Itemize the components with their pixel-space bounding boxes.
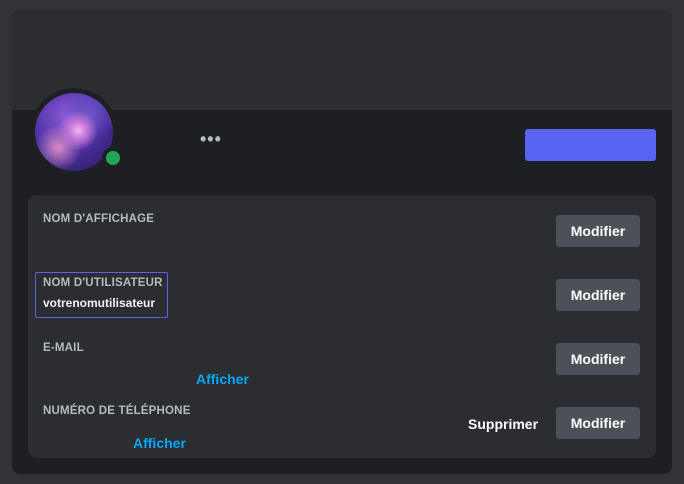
username-value: votrenomutilisateur [43,296,156,310]
reveal-phone-link[interactable]: Afficher [133,435,186,451]
display-name-label: NOM D'AFFICHAGE [43,213,155,225]
online-status-icon [102,147,124,169]
username-label: NOM D'UTILISATEUR [43,277,163,289]
avatar-container[interactable] [30,88,124,176]
account-info-panel: NOM D'AFFICHAGE Modifier NOM D'UTILISATE… [28,195,656,458]
reveal-email-link[interactable]: Afficher [196,371,249,387]
edit-phone-button[interactable]: Modifier [556,407,640,439]
phone-label: NUMÉRO DE TÉLÉPHONE [43,405,191,417]
edit-email-button[interactable]: Modifier [556,343,640,375]
edit-user-profile-button[interactable] [525,129,656,161]
email-label: E-MAIL [43,342,84,354]
profile-banner [12,10,672,110]
edit-username-button[interactable]: Modifier [556,279,640,311]
remove-phone-button[interactable]: Supprimer [468,416,538,432]
more-options-icon[interactable]: ••• [200,130,222,148]
profile-card: ••• NOM D'AFFICHAGE Modifier NOM D'UTILI… [12,10,672,474]
edit-display-name-button[interactable]: Modifier [556,215,640,247]
